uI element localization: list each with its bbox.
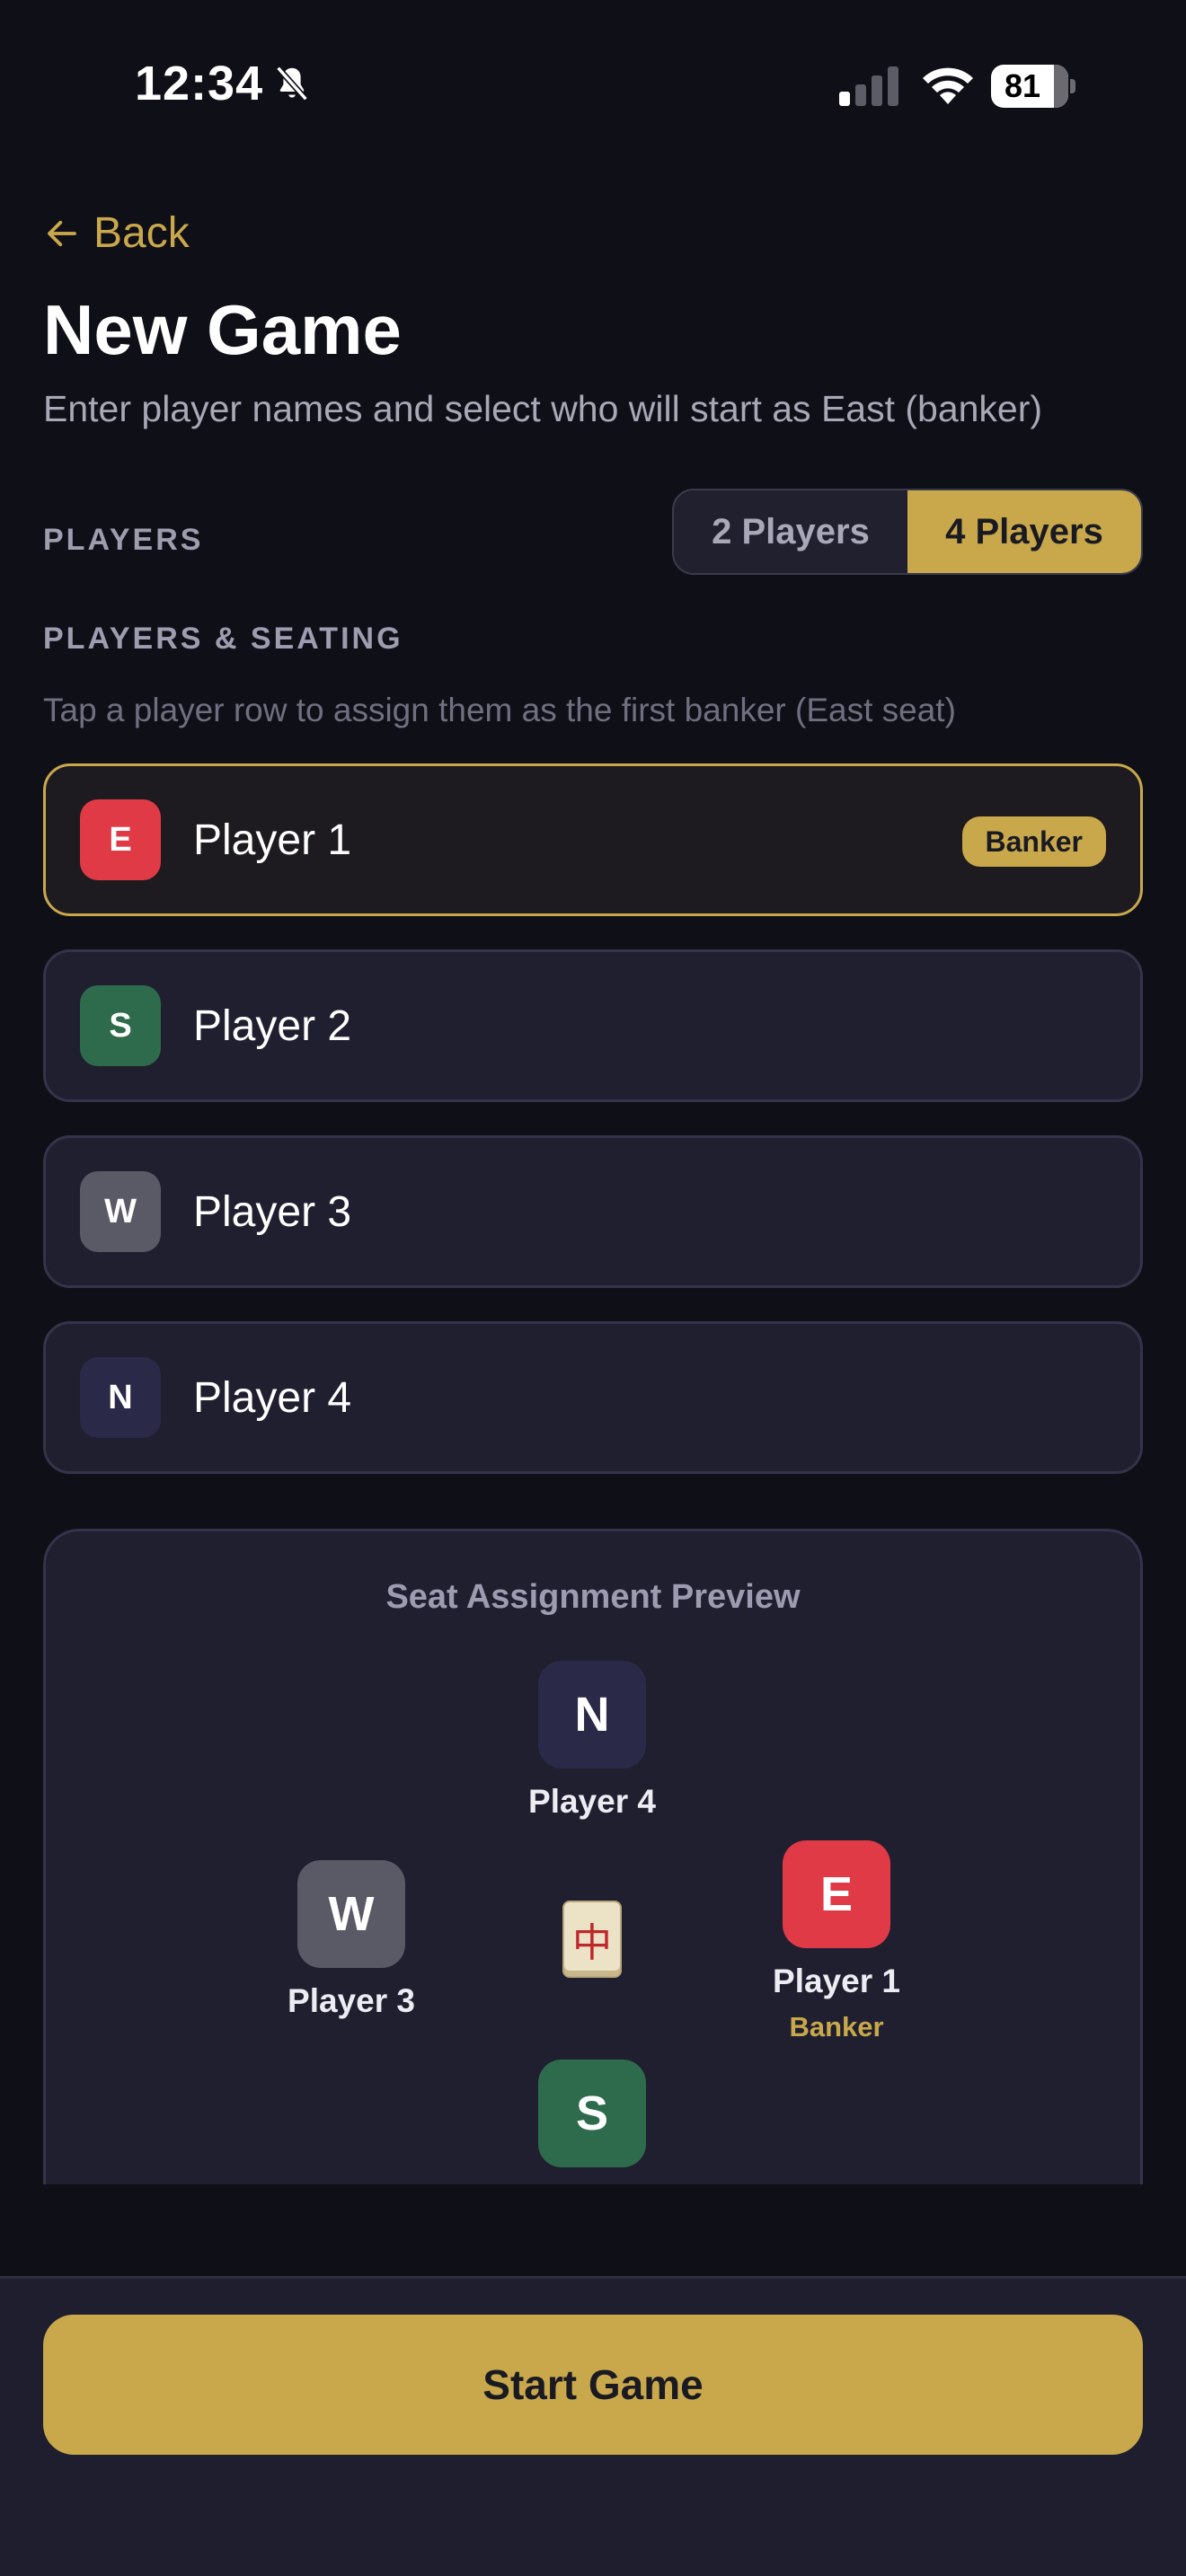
seat-player-name: Player 1 xyxy=(773,1963,900,1999)
seat-preview-card: Seat Assignment Preview N Player 4 W Pla… xyxy=(43,1529,1143,2184)
mahjong-tile-icon: 中 xyxy=(562,1901,622,1978)
bell-slash-icon xyxy=(276,66,308,101)
player-row-2[interactable]: S Player 2 xyxy=(43,949,1143,1102)
west-wind-badge: W xyxy=(80,1171,161,1252)
signal-icon xyxy=(839,66,898,106)
back-button[interactable]: Back xyxy=(43,208,190,258)
player-name: Player 1 xyxy=(193,816,352,864)
seat-banker-label: Banker xyxy=(789,2011,884,2042)
battery-icon: 81 xyxy=(991,65,1075,108)
seat-south: S xyxy=(475,2060,709,2167)
four-players-option[interactable]: 4 Players xyxy=(907,490,1141,573)
preview-title: Seat Assignment Preview xyxy=(385,1578,801,1616)
status-bar: 12:34 81 xyxy=(0,0,1186,171)
battery-level: 81 xyxy=(1004,67,1041,104)
north-wind-badge: N xyxy=(80,1357,161,1438)
back-label: Back xyxy=(93,209,190,257)
arrow-left-icon xyxy=(48,220,76,246)
seating-section-label: PLAYERS & SEATING xyxy=(43,622,403,656)
player-name: Player 2 xyxy=(193,1001,352,1050)
status-time: 12:34 xyxy=(135,57,264,110)
north-seat-tile: N xyxy=(538,1661,646,1769)
seat-player-name: Player 3 xyxy=(288,1982,415,2019)
bottom-action-bar: Start Game xyxy=(0,2276,1186,2576)
two-players-option[interactable]: 2 Players xyxy=(674,490,907,573)
player-row-3[interactable]: W Player 3 xyxy=(43,1135,1143,1288)
page-subtitle: Enter player names and select who will s… xyxy=(43,388,1043,429)
seat-north: N Player 4 xyxy=(475,1661,709,1821)
player-row-1[interactable]: E Player 1 Banker xyxy=(43,763,1143,916)
seat-west: W Player 3 xyxy=(235,1860,468,2020)
page-title: New Game xyxy=(43,290,402,369)
west-seat-tile: W xyxy=(297,1860,405,1968)
player-name: Player 3 xyxy=(193,1187,352,1236)
south-seat-tile: S xyxy=(538,2060,646,2167)
player-name: Player 4 xyxy=(193,1373,352,1422)
player-count-selector: 2 Players 4 Players xyxy=(672,489,1143,575)
player-row-4[interactable]: N Player 4 xyxy=(43,1321,1143,1474)
banker-badge: Banker xyxy=(961,816,1106,867)
seating-hint: Tap a player row to assign them as the f… xyxy=(43,692,956,728)
wifi-icon xyxy=(923,67,973,104)
start-game-button[interactable]: Start Game xyxy=(43,2315,1143,2455)
south-wind-badge: S xyxy=(80,985,161,1066)
seat-east: E Player 1 Banker xyxy=(720,1840,953,2043)
east-seat-tile: E xyxy=(783,1840,890,1948)
seat-player-name: Player 4 xyxy=(528,1783,656,1820)
east-wind-badge: E xyxy=(80,799,161,880)
players-section-label: PLAYERS xyxy=(43,523,204,557)
